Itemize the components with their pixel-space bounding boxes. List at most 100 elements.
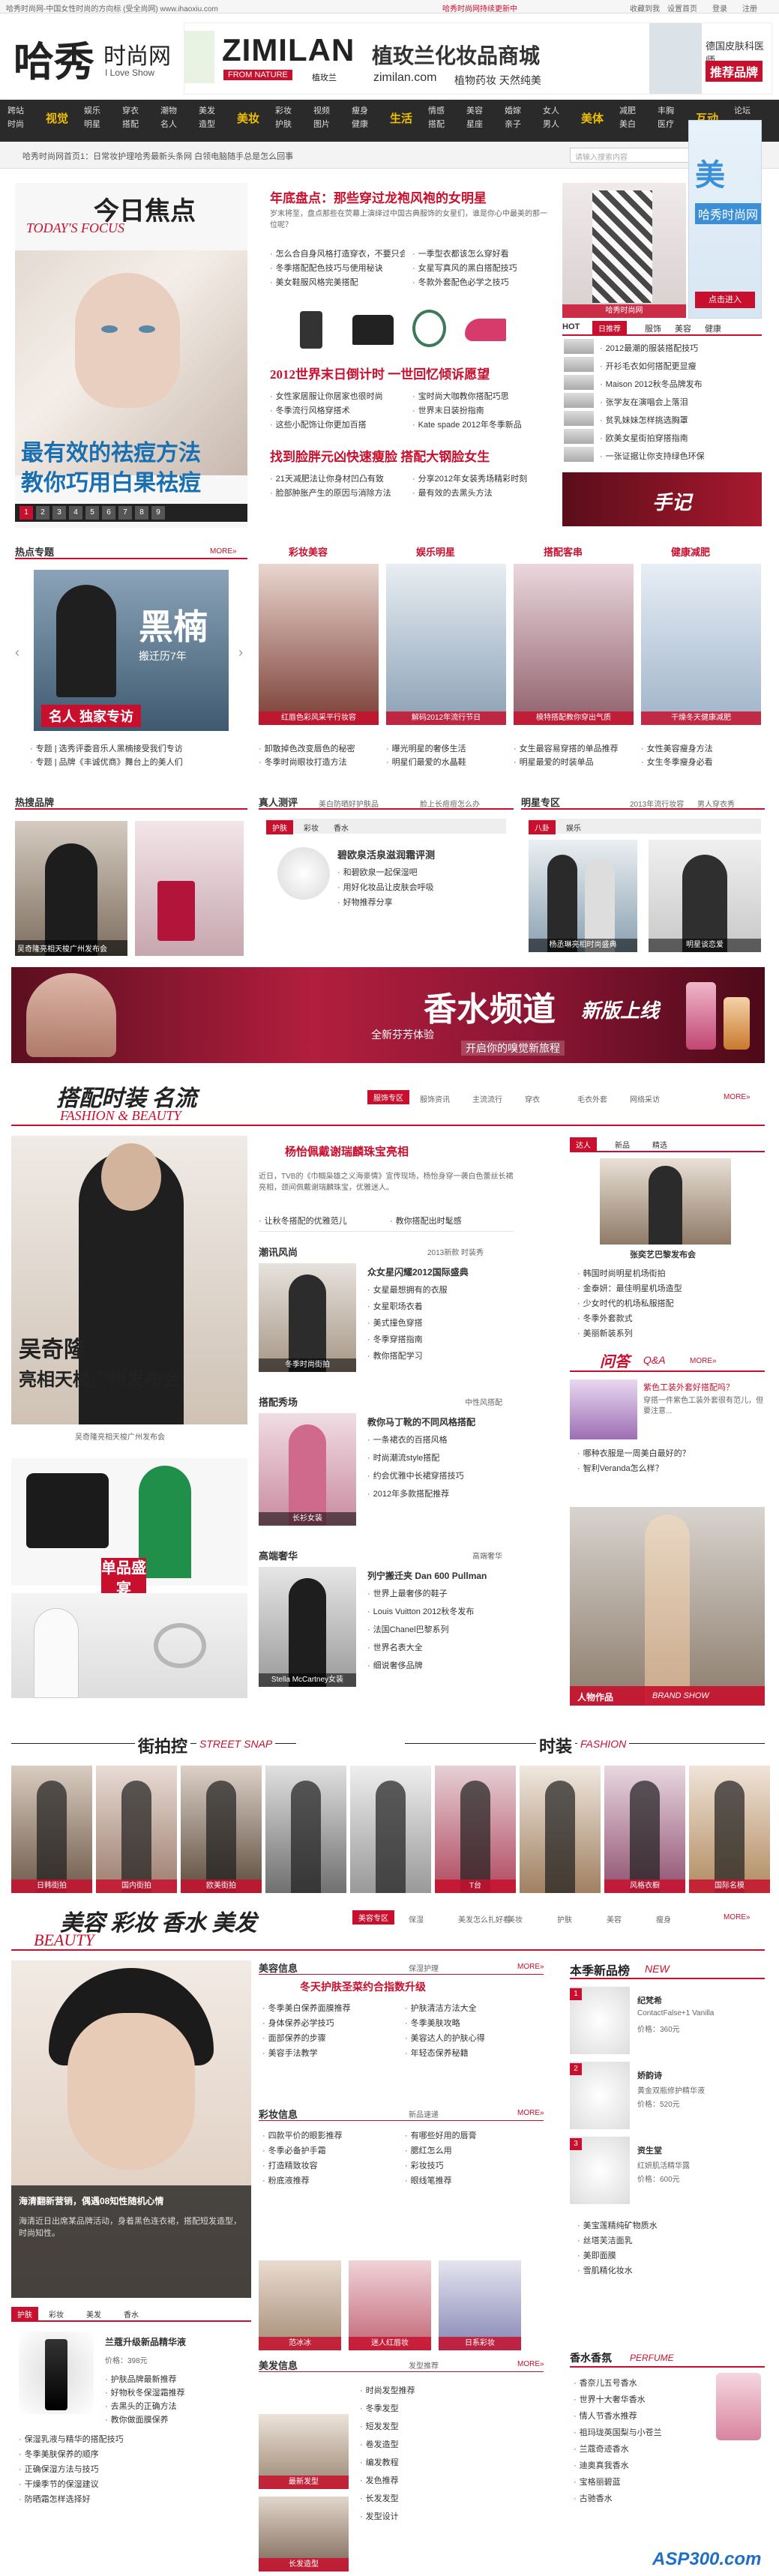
fashion-big-small[interactable]: 吴奇隆亮相天梭广州发布会 (75, 1430, 165, 1442)
fashion-sec3-photo[interactable]: Stella McCartney女装 (259, 1567, 356, 1687)
right-list-thumb[interactable] (564, 339, 594, 354)
right-list-item[interactable]: 张学友在演唱会上落泪 (600, 396, 761, 408)
four-col-item[interactable]: 曝光明星的奢侈生活 (386, 742, 506, 754)
fashion-tab[interactable]: 服饰资讯 (420, 1093, 450, 1104)
perfume-item[interactable]: 世界十大奢华香水 (574, 2393, 712, 2405)
right-tab-fashion[interactable]: 服饰 (645, 322, 661, 334)
nav-item[interactable]: 丰胸 (658, 106, 674, 116)
side-ad-haoxiu[interactable]: 美 哈秀时尚网 点击进入 (688, 120, 762, 319)
nav-item[interactable]: 美体 (581, 110, 604, 126)
stars-sub[interactable]: 男人穿衣秀 (697, 798, 735, 809)
editor-banner[interactable]: 手记 (562, 472, 762, 526)
rside1-tab[interactable]: 精选 (652, 1139, 667, 1150)
nav-item[interactable]: 美发 (199, 106, 215, 116)
bmid-sec3-item[interactable]: 编发教程 (360, 2456, 540, 2468)
nav-item[interactable]: 视频 (313, 106, 330, 116)
fashion-sec1-item[interactable]: 女星职场衣着 (367, 1300, 510, 1312)
hotzt-next-icon[interactable]: › (238, 645, 243, 660)
top-bar-link-register[interactable]: 注册 (742, 2, 757, 13)
bmid-photo[interactable]: 日系彩妆 (439, 2260, 521, 2350)
tryout-headline[interactable]: 碧欧泉活泉滋润霜评测 (337, 847, 435, 861)
rside1-item[interactable]: 韩国时尚明星机场街拍 (577, 1267, 761, 1279)
right-list-thumb[interactable] (564, 393, 594, 408)
site-logo[interactable]: 哈秀 时尚网 I Love Show (13, 22, 178, 90)
fashion-tab[interactable]: 穿衣 (525, 1093, 540, 1104)
fashion-sec3-tag[interactable]: 高端奢华 (472, 1550, 502, 1561)
qa-photo[interactable] (570, 1379, 637, 1439)
qa-item[interactable]: 哪种衣服是一周美白最好的？ (577, 1447, 761, 1459)
qa-q1[interactable]: 紫色工装外套好搭配吗？ (643, 1381, 763, 1393)
fashion-sec1-item[interactable]: 美式撞色穿搭 (367, 1316, 510, 1328)
headline-item[interactable]: 这些小配饰让你更加百搭 (270, 418, 405, 430)
fashion-more[interactable]: MORE» (724, 1093, 751, 1101)
nav-item[interactable]: 搭配 (122, 119, 139, 130)
beauty-prod-item[interactable]: 护肤品牌最新推荐 (105, 2373, 247, 2385)
right-list-item[interactable]: 2012最潮的服装搭配技巧 (600, 342, 761, 354)
fashion-sec2-item[interactable]: 一条裙衣的百搭风格 (367, 1433, 510, 1445)
right-feature-photo[interactable]: 哈秀时尚网 (562, 183, 686, 318)
nav-item[interactable]: 图片 (313, 119, 330, 130)
headline-item[interactable]: 冬季搭配配色技巧与使用秘诀 (270, 262, 405, 274)
headline-item[interactable]: 怎么合自身风格打造穿衣，不要只会随大流 (270, 247, 405, 259)
perfume-item[interactable]: 香奈儿五号香水 (574, 2377, 712, 2389)
street-photo[interactable]: 风格衣橱 (604, 1766, 685, 1893)
bmid-sec3-item[interactable]: 短发发型 (360, 2420, 540, 2432)
beauty-tab[interactable]: 瘦身 (656, 1913, 671, 1925)
bmid-sec3-item[interactable]: 发型设计 (360, 2510, 540, 2522)
fashion-sec3-head[interactable]: 列宁搬迁夹 Dan 600 Pullman (367, 1569, 487, 1582)
headline-item[interactable]: 冬季流行风格穿搭术 (270, 404, 405, 416)
right-list-item[interactable]: 一张证据让你支持绿色环保 (600, 450, 761, 462)
beauty-more[interactable]: MORE» (724, 1913, 751, 1922)
fashion-sec3-item[interactable]: 细说奢侈品牌 (367, 1659, 510, 1671)
focus-slideshow[interactable]: 今日焦点 TODAY'S FOCUS 最有效的祛痘方法 教你巧用白果祛痘 123… (15, 183, 247, 528)
rside1-tab[interactable]: 新品 (615, 1139, 630, 1150)
fashion-tab[interactable]: 毛衣外套 (577, 1093, 607, 1104)
headline2-title[interactable]: 2012世界末日倒计时 一世回忆倾诉愿望 (270, 364, 490, 382)
nav-item[interactable]: 造型 (199, 119, 215, 130)
street-photo[interactable]: 国际名模 (689, 1766, 770, 1893)
nav-item[interactable]: 穿衣 (122, 106, 139, 116)
focus-page-button[interactable]: 4 (69, 506, 82, 520)
top-bar-link-login[interactable]: 登录 (712, 2, 727, 13)
focus-page-button[interactable]: 1 (19, 506, 33, 520)
nav-item[interactable]: 男人 (543, 119, 559, 130)
bmid-sec3-more[interactable]: MORE» (517, 2360, 544, 2368)
nav-item[interactable]: 亲子 (505, 119, 521, 130)
street-photo[interactable] (265, 1766, 346, 1893)
fashion-sec1-head[interactable]: 众女星闪耀2012国际盛典 (367, 1266, 469, 1278)
perfume-item[interactable]: 情人节香水推荐 (574, 2410, 712, 2422)
focus-page-button[interactable]: 6 (102, 506, 115, 520)
bmid-sec3-item[interactable]: 冬季发型 (360, 2402, 540, 2414)
hotzt-item[interactable]: 专题 | 选秀评委音乐人黑楠接受我们专访 (30, 742, 247, 754)
perfume-item[interactable]: 迪奥真我香水 (574, 2459, 712, 2471)
bmid-sec2-item[interactable]: 腮红怎么用 (405, 2144, 540, 2156)
right-list-item[interactable]: 开衫毛衣如何搭配更显瘦 (600, 360, 761, 372)
bmid-sec1-item[interactable]: 美容达人的护肤心得 (405, 2032, 540, 2044)
headline-item[interactable]: 女星写真风的黑白搭配技巧 (412, 262, 547, 274)
street-photo[interactable]: T台 (435, 1766, 516, 1893)
fashion-sec2-item[interactable]: 2012年多款搭配推荐 (367, 1487, 510, 1499)
four-col-photo[interactable]: 解码2012年流行节日 (386, 564, 506, 725)
bmid-hair-photo[interactable]: 长发造型 (259, 2497, 349, 2572)
bmid-sec2-item[interactable]: 粉底液推荐 (262, 2174, 397, 2186)
headline1-title[interactable]: 年底盘点：那些穿过龙袍风袍的女明星 (270, 187, 487, 206)
beauty-tab[interactable]: 护肤 (557, 1913, 572, 1925)
perfume-item[interactable]: 古驰香水 (574, 2492, 712, 2504)
four-col-item[interactable]: 明星们最爱的水晶鞋 (386, 756, 506, 768)
right-list-item[interactable]: 欧美女星街拍穿搭指南 (600, 432, 761, 444)
nav-item[interactable]: 跨站 (7, 106, 24, 116)
nav-item[interactable]: 美妆 (237, 110, 259, 126)
bmid-sec3-tag[interactable]: 发型推荐 (409, 2359, 439, 2371)
rside3-list-item[interactable]: 美即面膜 (577, 2249, 761, 2261)
beauty-left-item[interactable]: 冬季美肤保养的顺序 (19, 2448, 247, 2460)
beauty-tab-on[interactable]: 美容专区 (352, 1910, 394, 1925)
rside3-list-item[interactable]: 美宝莲精纯矿物质水 (577, 2219, 761, 2231)
four-col-photo[interactable]: 干燥冬天健康减肥 (641, 564, 761, 725)
tryout-tab[interactable]: 护肤 (266, 820, 293, 834)
street-photo[interactable] (350, 1766, 431, 1893)
focus-page-button[interactable]: 7 (118, 506, 132, 520)
rside2-photo[interactable]: 人物作品 BRAND SHOW (570, 1507, 765, 1706)
beauty-prod-item[interactable]: 去黑头的正确方法 (105, 2400, 247, 2412)
four-col-item[interactable]: 女性美容瘦身方法 (641, 742, 761, 754)
tryout-product-image[interactable] (277, 847, 330, 900)
